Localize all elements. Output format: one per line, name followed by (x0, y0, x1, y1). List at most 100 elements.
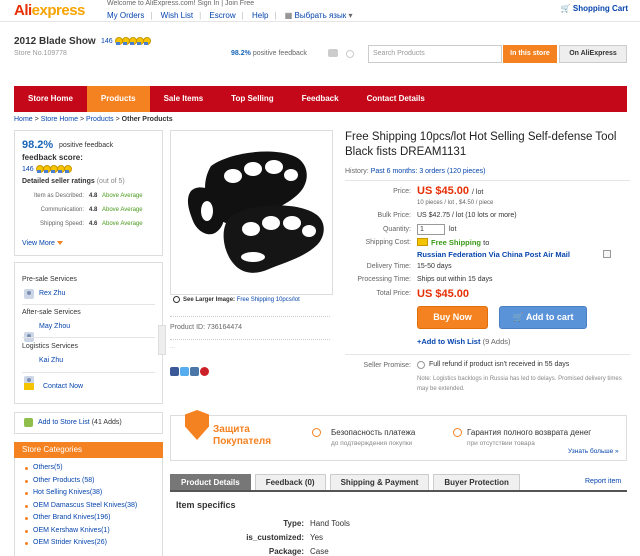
search-in-store-button[interactable]: In this store (503, 45, 557, 63)
category-item[interactable]: OEM Damascus Steel Knives(38) (15, 500, 162, 513)
delivery-time: 15-50 days (417, 263, 452, 270)
breadcrumb-products[interactable]: Products (86, 116, 114, 123)
store-nav-feedback[interactable]: Feedback (288, 86, 353, 112)
store-nav-products[interactable]: Products (86, 86, 150, 112)
feedback-score-label: feedback score: (22, 153, 83, 162)
rating-average: Above Average (102, 193, 143, 199)
store-name[interactable]: 2012 Blade Show (14, 36, 96, 47)
quantity-label: Quantity: (382, 226, 411, 233)
store-nav-contact[interactable]: Contact Details (353, 86, 439, 112)
store-categories-list: Others(5) Other Products (58) Hot Sellin… (14, 458, 163, 556)
processing-time: Ships out within 15 days (417, 276, 493, 283)
top-nav-my-orders[interactable]: My Orders (107, 11, 144, 20)
service-contact-name[interactable]: May Zhou (39, 323, 70, 330)
twitter-icon[interactable] (180, 367, 189, 376)
tab-shipping-payment[interactable]: Shipping & Payment (329, 474, 430, 490)
product-id: Product ID: 736164474 (170, 324, 242, 331)
history-label: History: (345, 168, 369, 175)
breadcrumb-home[interactable]: Home (14, 116, 33, 123)
tab-product-details[interactable]: Product Details (170, 474, 251, 490)
see-larger-link[interactable]: Free Shipping 10pcs/lot (237, 297, 300, 303)
service-contact-name[interactable]: Rex Zhu (39, 290, 65, 297)
category-name: OEM Strider Knives (33, 539, 95, 546)
view-more-label: View More (22, 240, 55, 247)
add-to-store-list-link[interactable]: Add to Store List (41 Adds) (38, 419, 122, 426)
breadcrumb-sep: > (80, 116, 85, 123)
add-to-wish-list-link[interactable]: +Add to Wish List (9 Adds) (417, 337, 511, 346)
category-item[interactable]: Others(5) (15, 462, 162, 475)
add-to-store-list-label: Add to Store List (38, 419, 90, 426)
protection-subtext: при отсутствии товара (467, 440, 535, 447)
category-item[interactable]: OEM Kershaw Knives(1) (15, 525, 162, 538)
rating-average: Above Average (102, 207, 143, 213)
ratings-subtitle: (out of 5) (96, 178, 125, 185)
category-name: Other Products (33, 476, 81, 484)
social-share (170, 367, 210, 378)
store-search-input[interactable]: Search Products (368, 45, 502, 63)
breadcrumb-current: Other Products (121, 116, 173, 123)
store-positive-label: positive feedback (252, 50, 307, 57)
category-count: (1) (101, 526, 110, 534)
top-nav-escrow[interactable]: Escrow (209, 11, 235, 20)
feedback-score[interactable]: 146 (22, 165, 72, 173)
tab-buyer-protection[interactable]: Buyer Protection (433, 474, 520, 490)
contact-now-link[interactable]: Contact Now (43, 383, 83, 390)
aliexpress-logo[interactable]: Aliexpress (14, 2, 85, 19)
protection-subtext: до подтверждения покупки (331, 440, 413, 447)
shopping-cart-link[interactable]: 🛒 Shopping Cart (561, 4, 628, 13)
spec-value: Yes (310, 533, 324, 542)
check-icon (453, 428, 462, 437)
medal-icon (121, 37, 130, 45)
store-nav-home[interactable]: Store Home (14, 86, 87, 112)
category-count: (38) (124, 501, 138, 509)
pinterest-icon[interactable] (200, 367, 209, 376)
shipping-to: to (483, 238, 490, 247)
category-item[interactable]: Hot Selling Knives(38) (15, 487, 162, 500)
product-image[interactable] (170, 130, 333, 295)
add-to-cart-button[interactable]: 🛒 Add to cart (499, 306, 587, 329)
favorite-icon[interactable] (346, 50, 354, 58)
spec-key: Type: (283, 519, 304, 528)
buy-now-button[interactable]: Buy Now (417, 306, 488, 329)
facebook-icon[interactable] (170, 367, 179, 376)
welcome-text[interactable]: Welcome to AliExpress.com! Sign In | Joi… (107, 0, 254, 7)
store-nav-top-selling[interactable]: Top Selling (217, 86, 288, 112)
tab-feedback[interactable]: Feedback (0) (254, 474, 326, 490)
order-history: History: Past 6 months: 3 orders (120 pi… (345, 168, 485, 175)
shipping-dropdown[interactable] (603, 250, 611, 258)
top-nav-help[interactable]: Help (252, 11, 268, 20)
category-item[interactable]: Other Products (58) (15, 475, 162, 488)
service-contact-name[interactable]: Kai Zhu (39, 357, 63, 364)
category-count: (38) (89, 489, 103, 496)
search-on-aliexpress-button[interactable]: On AliExpress (559, 45, 627, 63)
extra-info: ... (170, 344, 176, 350)
language-selector[interactable]: Выбрать язык (295, 11, 347, 20)
see-larger-image[interactable]: See Larger Image: Free Shipping 10pcs/lo… (173, 297, 300, 303)
chat-icon[interactable] (328, 49, 338, 57)
buyer-protection-title: Защита Покупателя (213, 424, 272, 447)
breadcrumb-store-home[interactable]: Store Home (41, 116, 78, 123)
wish-list-count: (9 Adds) (482, 337, 511, 346)
store-nav-sale-items[interactable]: Sale Items (150, 86, 218, 112)
learn-more-link[interactable]: Узнать больше » (568, 448, 619, 455)
quantity-unit: lot (449, 226, 457, 233)
report-item-link[interactable]: Report item (585, 478, 621, 485)
delivery-time-label: Delivery Time: (366, 263, 411, 270)
top-nav-wish-list[interactable]: Wish List (161, 11, 193, 20)
total-price-label: Total Price: (376, 290, 411, 297)
add-to-cart-label: Add to cart (525, 312, 574, 322)
category-item[interactable]: OEM Strider Knives(26) (15, 537, 162, 550)
category-name: OEM Kershaw Knives (33, 526, 102, 534)
store-medals[interactable]: 146 (101, 37, 151, 45)
rating-average: Above Average (102, 221, 143, 227)
shipping-destination-link[interactable]: Russian Federation Via China Post Air Ma… (417, 250, 570, 259)
feedback-percent-label: positive feedback (59, 142, 114, 149)
history-value[interactable]: Past 6 months: 3 orders (120 pieces) (371, 168, 486, 175)
rating-value: 4.6 (89, 221, 98, 227)
category-item[interactable]: Other Brand Knives(196) (15, 512, 162, 525)
vk-icon[interactable] (190, 367, 199, 376)
price-unit: / lot (472, 189, 484, 196)
collapse-handle[interactable] (158, 325, 166, 355)
view-more-link[interactable]: View More (22, 240, 63, 247)
quantity-input[interactable]: 1 (417, 224, 445, 235)
